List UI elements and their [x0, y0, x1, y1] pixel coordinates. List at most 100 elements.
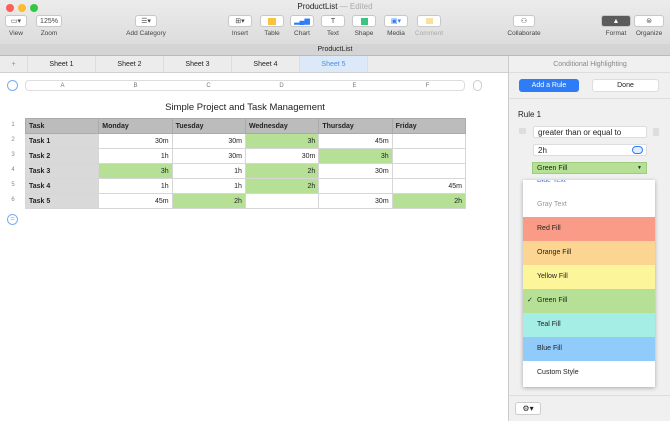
table-cell[interactable]: 45m	[391, 178, 467, 194]
tab-sheet-1[interactable]: Sheet 1	[28, 56, 96, 72]
style-option[interactable]: Yellow Fill	[523, 265, 655, 289]
chevron-down-icon: ▼	[637, 165, 642, 171]
column-header[interactable]: C	[172, 81, 245, 90]
checkmark-icon: ✓	[527, 297, 533, 304]
tab-sheet-3[interactable]: Sheet 3	[164, 56, 232, 72]
list-icon: ☰▾	[135, 15, 157, 27]
style-option[interactable]: Red Fill	[523, 217, 655, 241]
format-button[interactable]: ▲ Format	[601, 15, 631, 37]
column-header[interactable]: D	[245, 81, 318, 90]
table-cell[interactable]: 1h	[98, 148, 173, 164]
option-label: Teal Fill	[537, 321, 561, 328]
option-label: Blue Text	[537, 180, 566, 184]
add-rule-button[interactable]: Add a Rule	[519, 79, 579, 92]
organize-button[interactable]: ⊜ Organize	[633, 15, 665, 37]
paintbrush-icon: ▲	[601, 15, 631, 27]
table-cell[interactable]: 30m	[171, 133, 246, 149]
add-column-handle[interactable]	[473, 80, 482, 91]
table-title: Simple Project and Task Management	[165, 102, 325, 113]
table-cell[interactable]: 30m	[244, 148, 320, 164]
table-cell[interactable]: Task 3	[24, 163, 100, 179]
add-category-button[interactable]: ☰▾ Add Category	[120, 15, 172, 37]
header-cell[interactable]: Task	[24, 118, 100, 134]
table-cell[interactable]: Task 5	[24, 193, 100, 209]
tab-sheet-5[interactable]: Sheet 5	[300, 56, 368, 72]
view-button[interactable]: ▭▾ View	[5, 15, 27, 37]
table-cell[interactable]: 1h	[98, 178, 173, 194]
style-option[interactable]: ✓ Green Fill	[523, 289, 655, 313]
column-header[interactable]: E	[318, 81, 391, 90]
table-cell[interactable]: 2h	[244, 163, 320, 179]
text-icon: T	[321, 15, 345, 27]
column-header[interactable]: A	[26, 81, 99, 90]
table-cell[interactable]	[391, 163, 467, 179]
table-cell[interactable]	[244, 193, 320, 209]
cell-reference-icon[interactable]	[632, 146, 643, 154]
table-cell[interactable]	[391, 133, 467, 149]
text-button[interactable]: T Text	[321, 15, 345, 37]
style-option[interactable]: Custom Style	[523, 361, 655, 385]
comment-button[interactable]: Comment	[414, 15, 444, 37]
table-cell[interactable]: 2h	[171, 193, 246, 209]
table-row: Task 1 30m 30m 3h 45m	[24, 133, 467, 149]
add-row-handle[interactable]: =	[7, 214, 18, 225]
chart-button[interactable]: ▂▄▆ Chart	[290, 15, 314, 37]
tab-sheet-4[interactable]: Sheet 4	[232, 56, 300, 72]
option-label: Blue Fill	[537, 345, 562, 352]
option-label: Custom Style	[537, 369, 579, 376]
style-option[interactable]: Orange Fill	[523, 241, 655, 265]
tab-sheet-2[interactable]: Sheet 2	[96, 56, 164, 72]
table-cell[interactable]: Task 2	[24, 148, 100, 164]
style-option[interactable]: Blue Text	[523, 180, 655, 193]
gear-menu-button[interactable]: ⚙▾	[515, 402, 541, 415]
table-cell[interactable]: 1h	[171, 178, 246, 194]
table-cell[interactable]: 45m	[318, 133, 393, 149]
header-cell[interactable]: Thursday	[318, 118, 393, 134]
table-cell[interactable]: 3h	[318, 148, 393, 164]
zoom-menu[interactable]: 125% Zoom	[36, 15, 62, 37]
done-button[interactable]: Done	[592, 79, 659, 92]
table-cell[interactable]: Task 4	[24, 178, 100, 194]
table-cell[interactable]: 30m	[98, 133, 173, 149]
style-option[interactable]: Gray Text	[523, 193, 655, 217]
table-cell[interactable]: 1h	[171, 163, 246, 179]
table-cell[interactable]	[391, 148, 467, 164]
insert-button[interactable]: ⊞▾ Insert	[228, 15, 252, 37]
window-title: ProductList — Edited	[297, 2, 373, 11]
option-label: Yellow Fill	[537, 273, 568, 280]
header-cell[interactable]: Monday	[98, 118, 173, 134]
insert-icon: ⊞▾	[228, 15, 252, 27]
header-cell[interactable]: Tuesday	[171, 118, 246, 134]
condition-select[interactable]: greater than or equal to	[533, 126, 647, 138]
value-input[interactable]: 2h	[533, 144, 647, 156]
table-cell[interactable]	[318, 178, 393, 194]
style-option[interactable]: Blue Fill	[523, 337, 655, 361]
table-cell[interactable]: 2h	[391, 193, 467, 209]
collaborate-button[interactable]: ⚇ Collaborate	[502, 15, 546, 37]
table-cell[interactable]: 2h	[244, 178, 320, 194]
shape-button[interactable]: Shape	[352, 15, 376, 37]
style-option[interactable]: Teal Fill	[523, 313, 655, 337]
style-select[interactable]: Green Fill ▼	[532, 162, 647, 174]
column-header[interactable]: F	[391, 81, 464, 90]
shape-icon	[352, 15, 376, 27]
table-cell[interactable]: 30m	[318, 163, 393, 179]
rule-handle-icon[interactable]	[519, 128, 526, 134]
chart-icon: ▂▄▆	[290, 15, 314, 27]
column-header[interactable]: B	[99, 81, 172, 90]
select-table-handle[interactable]	[7, 80, 18, 91]
media-button[interactable]: ▣▾ Media	[384, 15, 408, 37]
table-cell[interactable]: 30m	[171, 148, 246, 164]
delete-rule-icon[interactable]	[653, 128, 659, 136]
add-sheet-button[interactable]: +	[0, 56, 28, 72]
table-cell[interactable]: Task 1	[24, 133, 100, 149]
header-cell[interactable]: Friday	[391, 118, 467, 134]
header-cell[interactable]: Wednesday	[244, 118, 320, 134]
table-cell[interactable]: 45m	[98, 193, 173, 209]
table-cell[interactable]: 3h	[98, 163, 173, 179]
table-icon	[260, 15, 284, 27]
table-cell[interactable]: 30m	[318, 193, 393, 209]
table-button[interactable]: Table	[260, 15, 284, 37]
style-dropdown: Blue Text Gray Text Red Fill Orange Fill Yel…	[523, 180, 655, 387]
table-cell[interactable]: 3h	[244, 133, 320, 149]
